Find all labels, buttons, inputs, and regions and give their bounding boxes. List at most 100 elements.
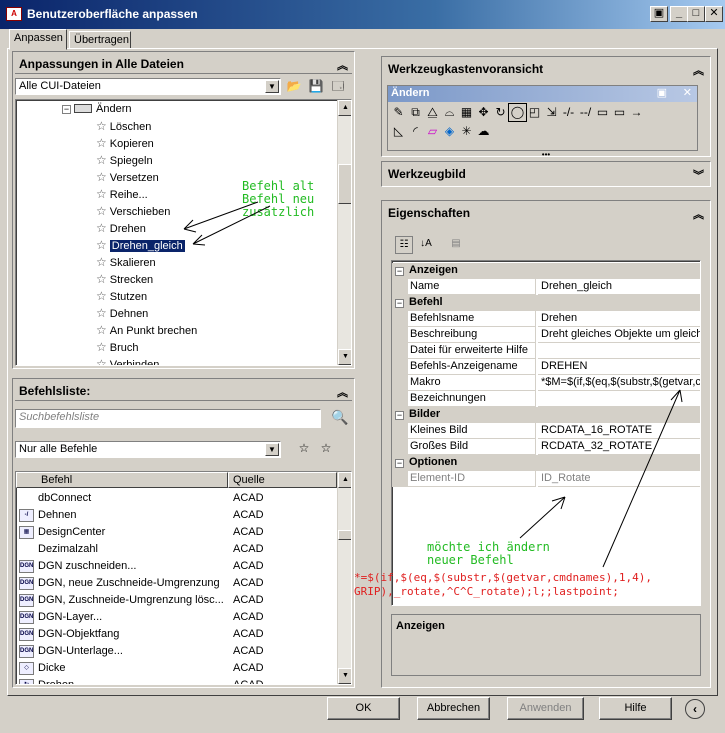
list-item[interactable]: DGN DGN-Unterlage... ACAD [19,643,335,660]
properties-header[interactable]: Eigenschaften ︽ [384,203,708,223]
tree-item[interactable]: ☆ Kopieren [96,135,154,152]
tree-item[interactable]: ☆ Reihe... [96,186,148,203]
copy-icon[interactable]: ⧉ [407,104,424,121]
cui-file-select[interactable]: Alle CUI-Dateien ▼ [15,78,281,95]
cancel-button[interactable]: Abbrechen [417,697,490,720]
property-value[interactable]: RCDATA_32_ROTATE [538,439,700,455]
property-row[interactable]: Großes Bild RCDATA_32_ROTATE [392,439,700,455]
tree-item[interactable]: ☆ Dehnen [96,305,148,322]
categorized-icon[interactable]: ☷ [395,236,413,254]
collapse-icon[interactable]: ︽ [693,206,704,222]
list-item[interactable]: Dezimalzahl ACAD [19,541,335,558]
property-row[interactable]: Befehls-Anzeigename DREHEN [392,359,700,375]
list-item[interactable]: dbConnect ACAD [19,490,335,507]
maximize-icon[interactable]: □ [687,6,705,22]
tree-item[interactable]: ☆ Stutzen [96,288,147,305]
rotate-icon[interactable]: ↻ [492,104,509,121]
tree-item[interactable]: ☆ Skalieren [96,254,156,271]
collapse-dialog-icon[interactable]: ‹ [685,699,705,719]
property-row[interactable]: Element-ID ID_Rotate [392,471,700,487]
command-list-header[interactable]: Befehlsliste: ︽ [15,381,352,401]
list-item[interactable]: ▦ DesignCenter ACAD [19,524,335,541]
toolbar-title-bar[interactable]: Ändern ▣ ✕ [388,86,697,102]
tree-item[interactable]: ☆ Drehen [96,220,146,237]
list-item[interactable]: ◇ Dicke ACAD [19,660,335,677]
save-icon[interactable]: 💾 [307,78,325,96]
offset-icon[interactable]: ⌓ [441,104,458,121]
property-value[interactable]: Dreht gleiches Objekte um gleiche [538,327,700,343]
move-icon[interactable]: ✥ [475,104,492,121]
collapse-box-icon[interactable]: − [395,267,404,276]
minimize-icon[interactable]: _ [670,6,688,22]
sort-alpha-icon[interactable]: ↓A [417,236,435,254]
break-icon[interactable]: ▭ [611,104,628,121]
scroll-up-icon[interactable]: ▲ [338,472,351,488]
tree-item[interactable]: ☆ Drehen_gleich [96,237,185,254]
list-scrollbar[interactable]: ▲ ▼ [337,472,351,684]
button-image-header[interactable]: Werkzeugbild ︾ [384,164,708,184]
customization-tree[interactable]: − Ändern ☆ Löschen ☆ Kopieren ☆ Spiegeln ☆ Verset… [15,99,352,366]
property-value[interactable]: *$M=$(if,$(eq,$(substr,$(getvar,cm [538,375,700,391]
property-category[interactable]: − Optionen [392,455,700,471]
toolbar-options-icon[interactable]: ▣ [657,86,667,99]
save-as-icon[interactable]: 🗔 [329,78,347,96]
tree-folder[interactable]: − Ändern [62,101,131,118]
chevron-down-icon[interactable]: ▼ [265,443,279,456]
tree-item[interactable]: ☆ Versetzen [96,169,159,186]
new-command-icon[interactable]: ☆ [317,440,335,458]
stretch-icon[interactable]: ⇲ [543,104,560,121]
chamfer-icon[interactable]: ◺ [390,123,407,140]
scroll-down-icon[interactable]: ▼ [338,668,351,684]
collapse-icon[interactable]: ︽ [337,384,348,400]
customizations-header[interactable]: Anpassungen in Alle Dateien ︽ [15,54,352,74]
property-row[interactable]: Bezeichnungen [392,391,700,407]
close-icon[interactable]: ✕ [705,6,723,22]
collapse-box-icon[interactable]: − [395,459,404,468]
property-value[interactable]: Drehen [538,311,700,327]
array-icon[interactable]: ▦ [458,104,475,121]
property-row[interactable]: Name Drehen_gleich [392,279,700,295]
tab-uebertragen[interactable]: Übertragen [69,31,131,49]
tree-item[interactable]: ☆ Verbinden [96,356,159,365]
tree-item[interactable]: ☆ Spiegeln [96,152,153,169]
solid-edit-icon[interactable]: ◈ [441,123,458,140]
property-value[interactable]: Drehen_gleich [538,279,700,295]
ok-button[interactable]: OK [327,697,400,720]
property-value[interactable] [538,391,700,407]
break-at-point-icon[interactable]: ▭ [594,104,611,121]
list-item[interactable]: DGN DGN-Objektfang ACAD [19,626,335,643]
close-icon[interactable]: ✕ [683,86,692,99]
property-category[interactable]: − Anzeigen [392,263,700,279]
scroll-down-icon[interactable]: ▼ [338,349,351,365]
title-bar[interactable]: A Benutzeroberfläche anpassen ▣ _ □ ✕ [0,0,725,29]
list-item[interactable]: DGN DGN zuschneiden... ACAD [19,558,335,575]
property-row[interactable]: Kleines Bild RCDATA_16_ROTATE [392,423,700,439]
expand-icon[interactable]: ︾ [693,167,704,183]
fillet-icon[interactable]: ◜ [407,123,424,140]
tab-anpassen[interactable]: Anpassen [9,29,67,50]
tree-collapse-icon[interactable]: − [62,105,71,114]
open-folder-icon[interactable]: 📂 [285,78,303,96]
chevron-down-icon[interactable]: ▼ [265,80,279,93]
list-item[interactable]: ↻ Drehen ACAD [19,677,335,684]
tree-item[interactable]: ☆ Löschen [96,118,151,135]
scroll-up-icon[interactable]: ▲ [338,100,351,116]
tree-item[interactable]: ☆ Verschieben [96,203,170,220]
property-value[interactable]: DREHEN [538,359,700,375]
collapse-icon[interactable]: ︽ [693,62,704,78]
tree-item[interactable]: ☆ An Punkt brechen [96,322,197,339]
help-button[interactable]: Hilfe [599,697,672,720]
column-header-quelle[interactable]: Quelle [228,472,337,488]
command-filter-select[interactable]: Nur alle Befehle ▼ [15,441,281,458]
property-row[interactable]: Datei für erweiterte Hilfe [392,343,700,359]
find-command-icon[interactable]: ☆ [295,440,313,458]
tree-item[interactable]: ☆ Bruch [96,339,139,356]
restore-icon[interactable]: ▣ [650,6,668,22]
tree-scrollbar[interactable]: ▲ ▼ [337,100,351,365]
explode-icon[interactable]: ✳ [458,123,475,140]
property-value[interactable]: RCDATA_16_ROTATE [538,423,700,439]
mirror-icon[interactable]: ⧋ [424,104,441,121]
apply-button[interactable]: Anwenden [507,697,584,720]
command-list[interactable]: Befehl Quelle dbConnect ACAD -/Dehnen ACAD ▦… [15,471,352,685]
property-row[interactable]: Befehlsname Drehen [392,311,700,327]
